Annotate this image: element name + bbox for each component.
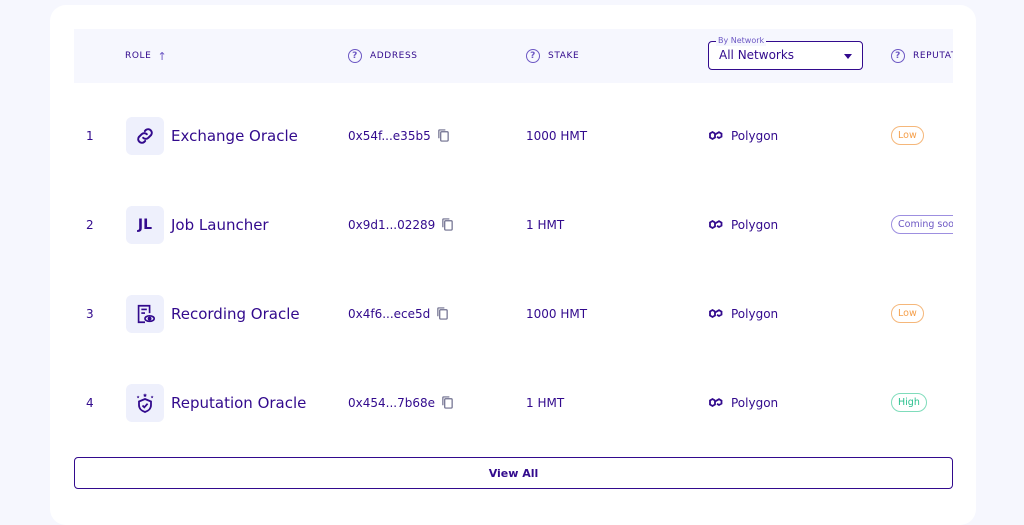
role-label[interactable]: Reputation Oracle [171, 394, 306, 412]
column-header-role[interactable]: ROLE ↑ [125, 29, 167, 83]
address-value: 0x54f...e35b5 [348, 128, 431, 143]
polygon-icon [709, 397, 723, 407]
address-cell: 0x54f...e35b5 [348, 91, 450, 180]
stake-header-label: STAKE [548, 51, 580, 61]
stake-value: 1 HMT [526, 217, 565, 232]
dropdown-caret-icon [844, 54, 852, 59]
link-icon [126, 116, 164, 155]
network-label: Polygon [731, 128, 779, 143]
help-icon[interactable]: ? [348, 49, 362, 63]
role-label[interactable]: Recording Oracle [171, 305, 300, 323]
copy-icon[interactable] [436, 306, 449, 321]
network-label: Polygon [731, 395, 779, 410]
reputation-cell: High [891, 358, 927, 447]
role-label[interactable]: Exchange Oracle [171, 127, 298, 145]
jl-initials-icon: JL [126, 205, 164, 244]
reputation-badge: High [891, 393, 927, 412]
column-header-reputation: ? REPUTATION [891, 29, 953, 83]
reputation-badge: Low [891, 126, 924, 145]
polygon-icon [709, 308, 723, 318]
table-header: ROLE ↑ ? ADDRESS ? STAKE By Network All … [74, 29, 953, 83]
role-cell: Recording Oracle [126, 269, 300, 358]
network-filter-legend: By Network [716, 35, 767, 46]
copy-icon[interactable] [441, 217, 454, 232]
reputation-cell: Low [891, 269, 924, 358]
row-index: 3 [86, 306, 94, 321]
table-row[interactable]: 4 Reputation Oracle 0x454...7b68e 1 HMT … [74, 358, 953, 447]
reputation-badge: Coming soon [891, 215, 953, 234]
address-cell: 0x454...7b68e [348, 358, 454, 447]
network-label: Polygon [731, 217, 779, 232]
copy-icon[interactable] [437, 128, 450, 143]
network-cell: Polygon [708, 269, 778, 358]
stake-value: 1 HMT [526, 395, 565, 410]
sort-arrow-up-icon[interactable]: ↑ [157, 50, 167, 63]
leaderboard-table: ROLE ↑ ? ADDRESS ? STAKE By Network All … [74, 29, 953, 449]
stake-value: 1000 HMT [526, 306, 588, 321]
column-header-address: ? ADDRESS [348, 29, 418, 83]
address-value: 0x454...7b68e [348, 395, 435, 410]
role-cell: Exchange Oracle [126, 91, 298, 180]
row-index: 1 [86, 128, 94, 143]
table-row[interactable]: 2 JL Job Launcher 0x9d1...02289 1 HMT Po… [74, 180, 953, 269]
network-cell: Polygon [708, 180, 778, 269]
network-filter-value: All Networks [719, 48, 795, 62]
copy-icon[interactable] [441, 395, 454, 410]
column-header-stake: ? STAKE [526, 29, 579, 83]
document-eye-icon [126, 294, 164, 333]
role-label[interactable]: Job Launcher [171, 216, 269, 234]
polygon-icon [709, 219, 723, 229]
reputation-header-label: REPUTATION [913, 51, 953, 61]
row-index: 4 [86, 395, 94, 410]
address-cell: 0x4f6...ece5d [348, 269, 449, 358]
role-header-label: ROLE [125, 51, 152, 61]
network-cell: Polygon [708, 91, 778, 180]
help-icon[interactable]: ? [526, 49, 540, 63]
role-cell: JL Job Launcher [126, 180, 269, 269]
view-all-button[interactable]: View All [74, 457, 953, 489]
address-value: 0x4f6...ece5d [348, 306, 431, 321]
address-cell: 0x9d1...02289 [348, 180, 454, 269]
stake-value: 1000 HMT [526, 128, 588, 143]
reputation-cell: Low [891, 91, 924, 180]
network-label: Polygon [731, 306, 779, 321]
address-value: 0x9d1...02289 [348, 217, 436, 232]
reputation-badge: Low [891, 304, 924, 323]
network-filter-select[interactable]: By Network All Networks [708, 35, 863, 70]
polygon-icon [709, 130, 723, 140]
shield-stars-icon [126, 383, 164, 422]
table-row[interactable]: 1 Exchange Oracle 0x54f...e35b5 1000 HMT… [74, 91, 953, 180]
reputation-cell: Coming soon [891, 180, 953, 269]
row-index: 2 [86, 217, 94, 232]
address-header-label: ADDRESS [370, 51, 418, 61]
help-icon[interactable]: ? [891, 49, 905, 63]
network-cell: Polygon [708, 358, 778, 447]
table-row[interactable]: 3 Recording Oracle 0x4f6...ece5d 1000 HM… [74, 269, 953, 358]
role-cell: Reputation Oracle [126, 358, 306, 447]
